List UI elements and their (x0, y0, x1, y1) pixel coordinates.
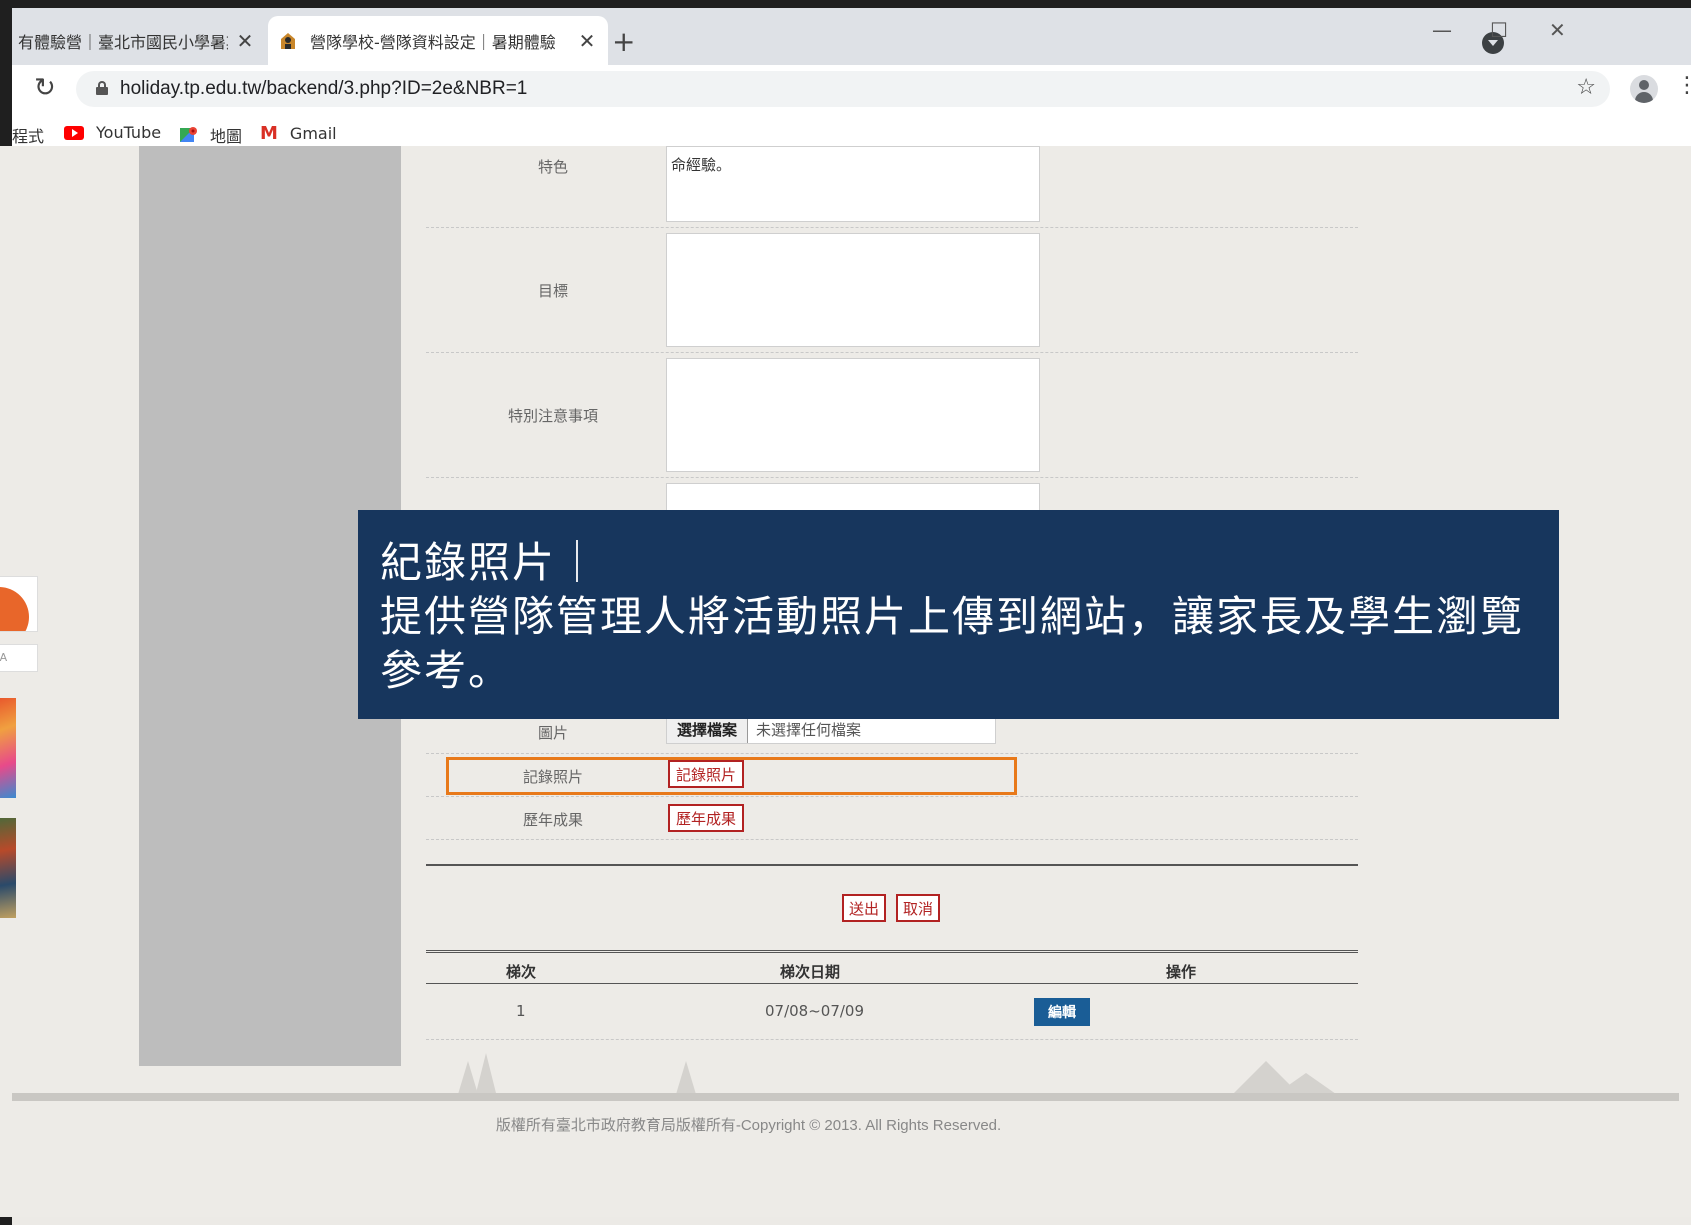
bookmark-label: 程式 (12, 127, 45, 146)
edit-button[interactable]: 編輯 (1034, 998, 1090, 1026)
notes-textarea[interactable] (666, 358, 1040, 472)
tab-title: 有體驗營｜臺北市國民小學暑期 (18, 32, 228, 52)
menu-kebab-icon[interactable]: ⋮ (1676, 73, 1691, 98)
scenery-decoration (426, 1041, 1358, 1101)
results-row: 歷年成果 歷年成果 (426, 797, 1358, 840)
bookmark-label: YouTube (96, 123, 162, 142)
results-label: 歷年成果 (522, 811, 583, 829)
orange-badge-image (0, 576, 38, 632)
bookmark-star-icon[interactable]: ☆ (1576, 75, 1596, 100)
url-text: holiday.tp.edu.tw/backend/3.php?ID=2e&NB… (120, 78, 528, 99)
bookmark-label: Gmail (289, 124, 337, 143)
browser-toolbar: ↻ holiday.tp.edu.tw/backend/3.php?ID=2e&… (12, 65, 1691, 113)
column-header: 梯次 (506, 963, 537, 981)
bookmark-apps[interactable]: 程式 (12, 123, 44, 147)
tab-camp-home[interactable]: 有體驗營｜臺北市國民小學暑期 ✕ (12, 16, 266, 65)
notes-label: 特別注意事項 (507, 407, 598, 425)
qa-link[interactable]: &A (0, 644, 38, 672)
youtube-icon (64, 125, 84, 140)
bookmark-youtube[interactable]: YouTube (64, 123, 161, 142)
cancel-button[interactable]: 取消 (896, 894, 941, 922)
gmail-icon: M (260, 123, 278, 144)
school-favicon-icon (281, 32, 295, 49)
notes-row: 特別注意事項 (426, 353, 1358, 478)
camp-photo-thumbnail (0, 698, 16, 798)
submit-button[interactable]: 送出 (842, 894, 887, 922)
tab-camp-settings[interactable]: 營隊學校-營隊資料設定｜暑期體驗 ✕ (268, 16, 608, 65)
image-label: 圖片 (537, 724, 568, 742)
tab-title: 營隊學校-營隊資料設定｜暑期體驗 (310, 32, 556, 52)
goal-label: 目標 (537, 282, 568, 300)
bookmark-label: 地圖 (210, 127, 243, 146)
camp-photo-thumbnail (0, 818, 16, 918)
column-header: 梯次日期 (780, 963, 841, 981)
feature-callout: 紀錄照片｜ 提供營隊管理人將活動照片上傳到網站，讓家長及學生瀏覽參考。 (358, 510, 1559, 719)
footer-copyright: 版權所有臺北市政府教育局版權所有-Copyright © 2013. All R… (495, 1117, 1002, 1134)
photos-highlight-box (446, 757, 1017, 795)
reload-icon[interactable]: ↻ (34, 73, 56, 103)
minimize-icon[interactable]: — (1432, 18, 1452, 42)
session-dates: 07/08~07/09 (765, 1002, 865, 1020)
tab-bar: 有體驗營｜臺北市國民小學暑期 ✕ 營隊學校-營隊資料設定｜暑期體驗 ✕ + — … (12, 8, 1691, 65)
close-tab-icon[interactable]: ✕ (234, 29, 256, 53)
maps-icon (180, 127, 197, 142)
table-header: 梯次 梯次日期 操作 (426, 950, 1358, 984)
choose-file-button[interactable]: 選擇檔案 (667, 715, 749, 743)
feature-row: 特色 命經驗。 (426, 146, 1358, 228)
file-status-text: 未選擇任何檔案 (756, 720, 862, 739)
feature-text: 命經驗。 (671, 156, 732, 174)
address-bar[interactable]: holiday.tp.edu.tw/backend/3.php?ID=2e&NB… (76, 71, 1610, 107)
form-divider (426, 864, 1358, 866)
session-number: 1 (516, 1002, 526, 1020)
maximize-icon[interactable]: ☐ (1490, 18, 1508, 42)
goal-row: 目標 (426, 228, 1358, 353)
callout-body: 提供營隊管理人將活動照片上傳到網站，讓家長及學生瀏覽參考。 (380, 592, 1525, 695)
bookmark-gmail[interactable]: M Gmail (260, 123, 337, 144)
feature-label: 特色 (537, 158, 568, 176)
profile-avatar-icon[interactable] (1630, 75, 1658, 103)
lock-icon (96, 81, 108, 95)
goal-textarea[interactable] (666, 233, 1040, 347)
callout-title: 紀錄照片｜ (380, 538, 601, 587)
table-row: 1 07/08~07/09 編輯 (426, 984, 1358, 1040)
ground-line (12, 1093, 1679, 1101)
column-header: 操作 (1166, 963, 1197, 981)
new-tab-button[interactable]: + (612, 28, 635, 56)
feature-textarea[interactable]: 命經驗。 (666, 146, 1040, 222)
close-window-icon[interactable]: ✕ (1549, 18, 1566, 42)
close-tab-icon[interactable]: ✕ (576, 29, 598, 53)
bookmark-maps[interactable]: 地圖 (180, 123, 242, 147)
results-button[interactable]: 歷年成果 (668, 804, 745, 832)
